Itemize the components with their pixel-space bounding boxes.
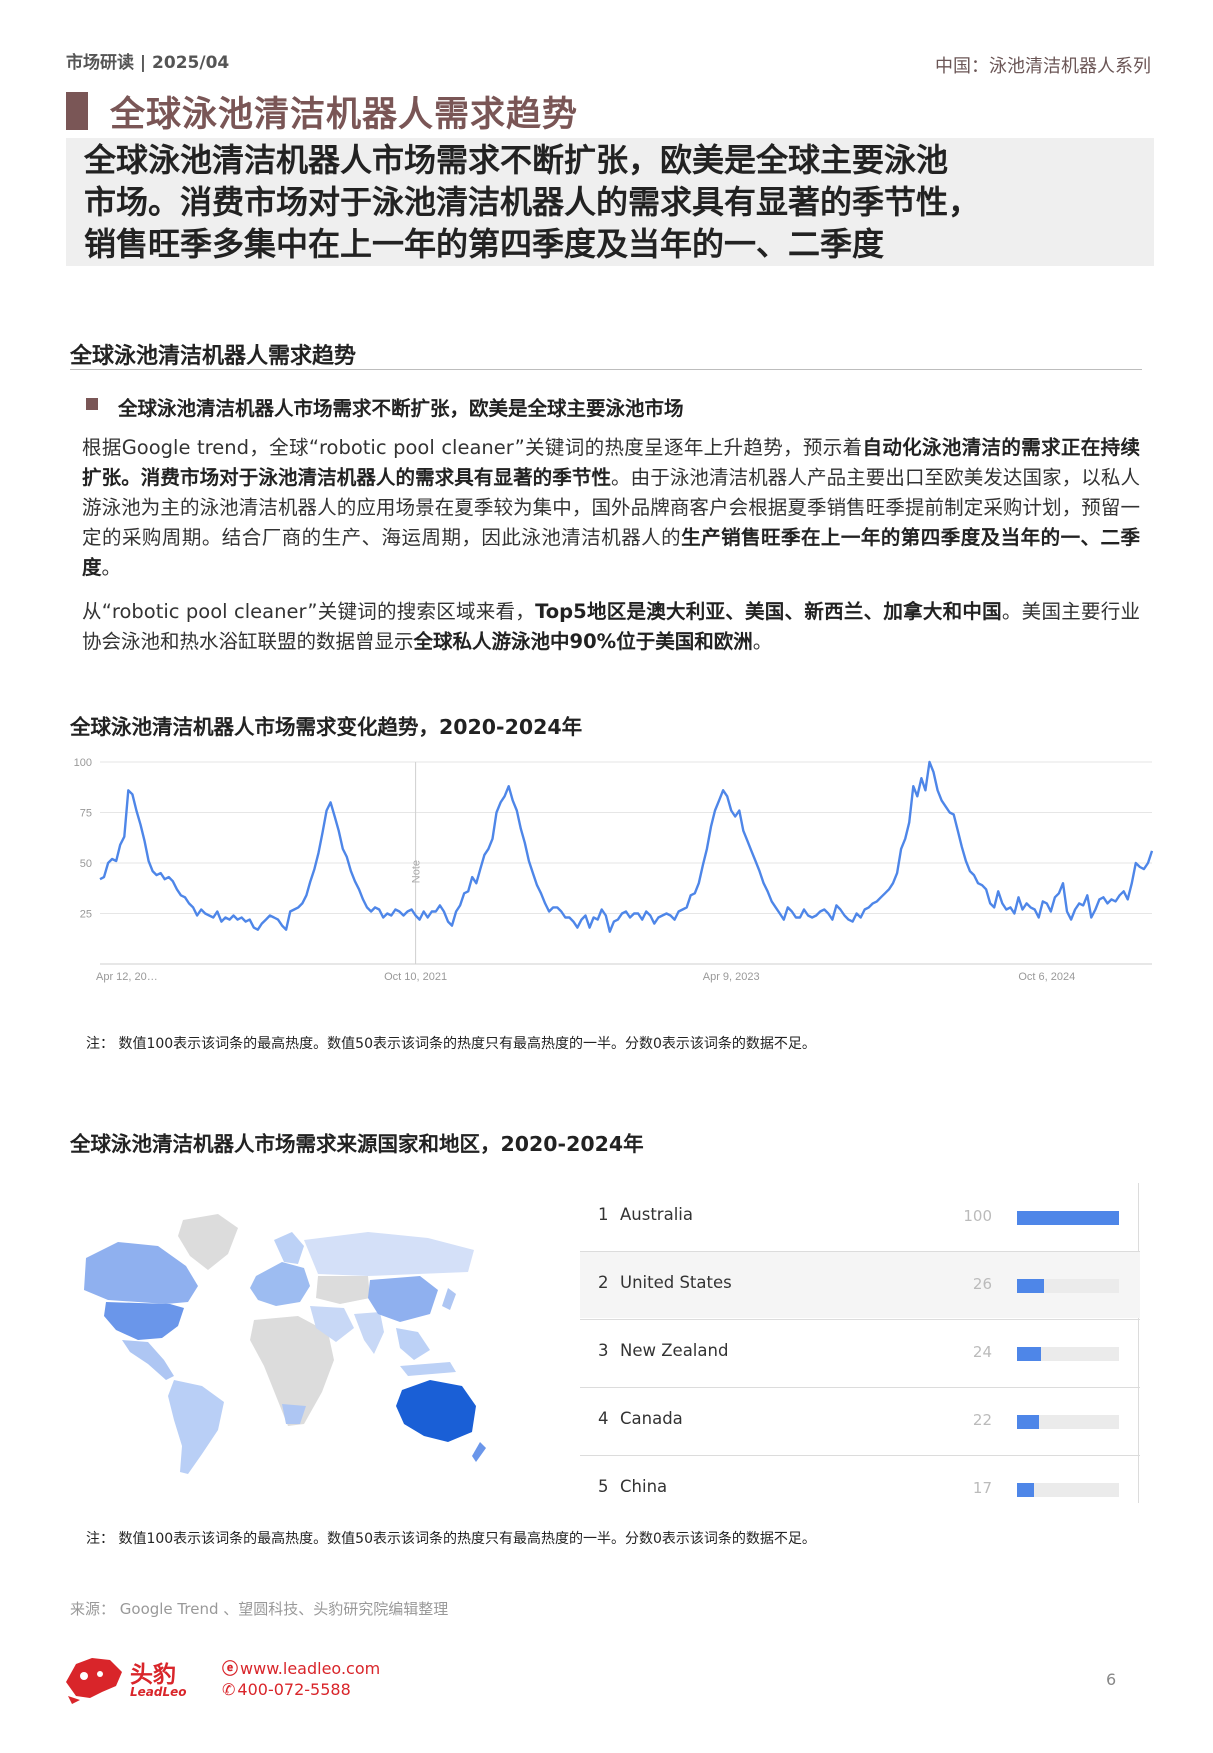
- logo-text-cn: 头豹: [130, 1662, 176, 1688]
- map-region-new-zealand: [472, 1442, 486, 1462]
- ranking-country: Australia: [620, 1205, 693, 1224]
- ranking-separator: [580, 1455, 1140, 1456]
- paragraph-1: 根据Google trend，全球“robotic pool cleaner”关…: [82, 433, 1140, 583]
- annotation-label: Note: [411, 860, 423, 883]
- report-header-left: 市场研读 | 2025/04: [66, 53, 230, 73]
- ranking-row-canada[interactable]: 4 Canada 22: [580, 1387, 1140, 1454]
- ranking-row-united-states[interactable]: 2 United States 26: [580, 1251, 1140, 1318]
- x-tick-label: Apr 9, 2023: [703, 971, 760, 983]
- y-tick-label: 50: [80, 858, 92, 870]
- ranking-bar-fill: [1017, 1279, 1044, 1293]
- ranking-separator: [580, 1387, 1140, 1388]
- ranking-value: 100: [963, 1207, 992, 1225]
- section-divider: [70, 369, 1142, 370]
- page-title: 全球泳池清洁机器人需求趋势: [110, 95, 579, 135]
- map-region-russia: [304, 1232, 474, 1276]
- ranking-country: Canada: [620, 1409, 683, 1428]
- p2-text-e: 。: [752, 630, 773, 653]
- world-heat-map: [84, 1214, 486, 1474]
- ranking-row-new-zealand[interactable]: 3 New Zealand 24: [580, 1319, 1140, 1386]
- p2-bold-b: Top5地区是澳大利亚、美国、新西兰、加拿大和中国: [535, 600, 1002, 623]
- ranking-number: 2: [598, 1273, 609, 1292]
- ranking-bar-fill: [1017, 1415, 1040, 1429]
- logo-text-en: LeadLeo: [130, 1685, 187, 1699]
- p1-text-e: 。: [101, 556, 122, 579]
- map-region-united-states: [104, 1302, 184, 1340]
- map-region-indonesia: [400, 1362, 456, 1376]
- contact-phone: ✆ 400-072-5588: [222, 1680, 351, 1699]
- ranking-separator: [580, 1319, 1140, 1320]
- y-tick-label: 25: [80, 909, 92, 921]
- phone-text: 400-072-5588: [237, 1680, 351, 1699]
- ranking-row-australia[interactable]: 1 Australia 100: [580, 1183, 1140, 1250]
- page-number: 6: [1106, 1670, 1117, 1689]
- summary-line-3: 销售旺季多集中在上一年的第四季度及当年的一、二季度: [84, 225, 885, 263]
- map-region-southeast-asia: [396, 1328, 430, 1360]
- ranking-number: 1: [598, 1205, 609, 1224]
- ranking-bar-track: [1017, 1415, 1119, 1429]
- figure1-title: 全球泳池清洁机器人市场需求变化趋势，2020-2024年: [70, 715, 583, 739]
- ranking-bar-track: [1017, 1347, 1119, 1361]
- title-accent-bar: [66, 92, 88, 130]
- ranking-bar-fill: [1017, 1211, 1119, 1225]
- web-e-icon: ⓔ: [222, 1659, 239, 1678]
- y-tick-label: 100: [74, 757, 92, 769]
- p1-text-a: 根据Google trend，全球“robotic pool cleaner”关…: [82, 436, 863, 459]
- figure2-title: 全球泳池清洁机器人市场需求来源国家和地区，2020-2024年: [70, 1132, 644, 1156]
- bullet-square-icon: [86, 398, 98, 410]
- p2-bold-d: 全球私人游泳池中90%位于美国和欧洲: [413, 630, 753, 653]
- map-region-greenland: [178, 1214, 238, 1270]
- ranking-bar-track: [1017, 1483, 1119, 1497]
- leadleo-leopard-logo-icon: [66, 1658, 122, 1704]
- ranking-bar-fill: [1017, 1347, 1042, 1361]
- ranking-separator: [580, 1251, 1140, 1252]
- x-tick-label: Oct 6, 2024: [1018, 971, 1075, 983]
- x-tick-label: Apr 12, 20…: [96, 971, 158, 983]
- summary-line-1: 全球泳池清洁机器人市场需求不断扩张，欧美是全球主要泳池: [84, 141, 949, 179]
- map-region-canada: [84, 1242, 198, 1304]
- map-region-india: [354, 1312, 384, 1354]
- summary-line-2: 市场。消费市场对于泳池清洁机器人的需求具有显著的季节性，: [84, 183, 981, 221]
- ranking-bar-track: [1017, 1279, 1119, 1293]
- ranking-value: 17: [972, 1479, 992, 1497]
- ranking-country: United States: [620, 1273, 732, 1292]
- ranking-country: New Zealand: [620, 1341, 729, 1360]
- map-region-south-america: [168, 1380, 224, 1474]
- ranking-bar-track: [1017, 1211, 1119, 1225]
- map-region-japan: [442, 1288, 456, 1310]
- map-region-scandinavia: [274, 1232, 304, 1264]
- ranking-number: 3: [598, 1341, 609, 1360]
- map-region-australia: [396, 1380, 476, 1442]
- ranking-bar-fill: [1017, 1483, 1035, 1497]
- x-tick-label: Oct 10, 2021: [384, 971, 447, 983]
- ranking-number: 4: [598, 1409, 609, 1428]
- contact-website[interactable]: ⓔ www.leadleo.com: [222, 1655, 380, 1679]
- trend-line-chart: 100 75 50 25 Note Apr 12, 20… Oct 10, 2021 Apr …: [74, 757, 1154, 983]
- map-region-central-asia: [316, 1276, 370, 1304]
- report-header-right: 中国：泳池清洁机器人系列: [935, 56, 1151, 77]
- figure2-note: 注： 数值100表示该词条的最高热度。数值50表示该词条的热度只有最高热度的一半…: [86, 1531, 816, 1547]
- ranking-value: 26: [972, 1275, 992, 1293]
- y-tick-label: 75: [80, 808, 92, 820]
- ranking-value: 24: [972, 1343, 992, 1361]
- figure1-note: 注： 数值100表示该词条的最高热度。数值50表示该词条的热度只有最高热度的一半…: [86, 1036, 816, 1052]
- ranking-country: China: [620, 1477, 668, 1496]
- map-region-europe: [250, 1262, 310, 1306]
- p2-text-a: 从“robotic pool cleaner”关键词的搜索区域来看，: [82, 600, 536, 623]
- series-line-robotic-pool-cleaner: [99, 760, 1154, 933]
- map-region-mexico: [122, 1340, 174, 1380]
- source-note: 来源： Google Trend 、望圆科技、头豹研究院编辑整理: [70, 1600, 449, 1618]
- bullet-heading: 全球泳池清洁机器人市场需求不断扩张，欧美是全球主要泳池市场: [118, 397, 684, 420]
- ranking-row-china[interactable]: 5 China 17: [580, 1455, 1140, 1522]
- website-text: www.leadleo.com: [240, 1659, 381, 1678]
- ranking-value: 22: [972, 1411, 992, 1429]
- phone-icon: ✆: [222, 1680, 236, 1699]
- section-title: 全球泳池清洁机器人需求趋势: [70, 344, 357, 369]
- summary-box: 全球泳池清洁机器人市场需求不断扩张，欧美是全球主要泳池 市场。消费市场对于泳池清…: [66, 138, 1154, 266]
- ranking-number: 5: [598, 1477, 609, 1496]
- paragraph-2: 从“robotic pool cleaner”关键词的搜索区域来看，Top5地区…: [82, 597, 1140, 657]
